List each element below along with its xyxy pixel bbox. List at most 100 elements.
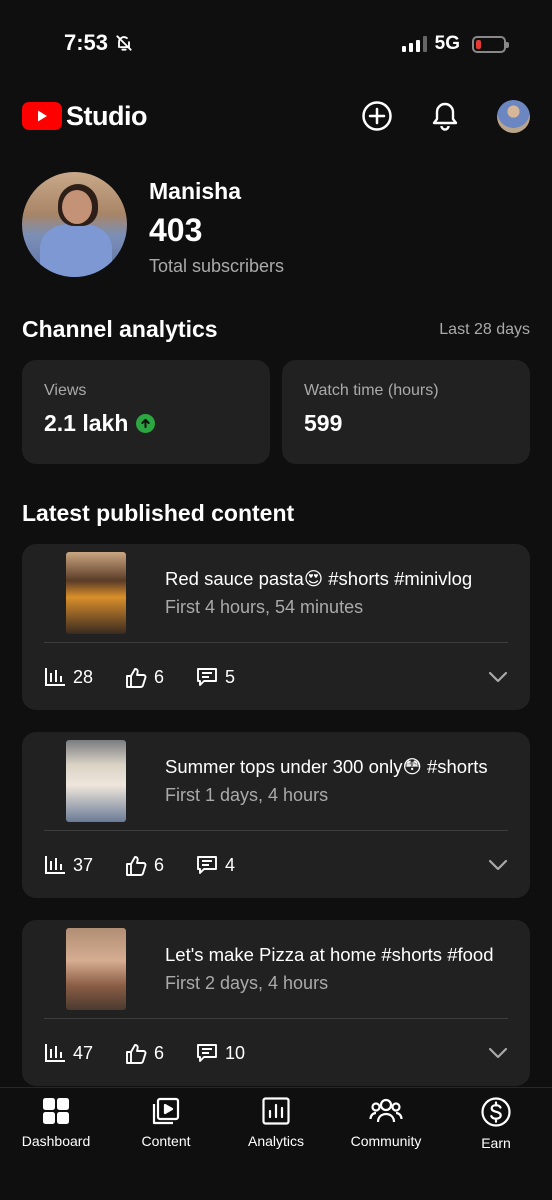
comments-count: 5 bbox=[225, 666, 236, 687]
nav-analytics[interactable]: Analytics bbox=[226, 1096, 326, 1149]
signal-icon bbox=[401, 36, 427, 52]
nav-label: Community bbox=[350, 1133, 422, 1149]
video-stats: 47 6 10 bbox=[44, 1041, 508, 1065]
video-title: Red sauce pasta😍 #shorts #minivlog bbox=[165, 568, 473, 589]
content-card-2[interactable]: Summer tops under 300 only😳 #shorts Firs… bbox=[22, 732, 530, 898]
comments-stat: 10 bbox=[196, 1042, 245, 1064]
status-indicators: 5G bbox=[401, 33, 509, 55]
comments-count: 4 bbox=[225, 854, 236, 875]
subscriber-label: Total subscribers bbox=[149, 256, 285, 276]
subscriber-count: 403 bbox=[149, 212, 203, 248]
comments-stat: 4 bbox=[196, 854, 235, 876]
bar-chart-icon bbox=[45, 1044, 65, 1062]
analytics-icon bbox=[262, 1097, 290, 1125]
watch-time-value-row: 599 bbox=[304, 410, 508, 437]
video-age: First 1 days, 4 hours bbox=[165, 785, 329, 805]
video-age: First 4 hours, 54 minutes bbox=[165, 597, 364, 617]
likes-count: 6 bbox=[154, 854, 165, 875]
studio-logo[interactable]: Studio bbox=[22, 101, 147, 132]
views-count: 28 bbox=[73, 666, 94, 687]
video-stats: 28 6 5 bbox=[44, 665, 508, 689]
status-bar: 7:53 5G bbox=[0, 0, 552, 90]
bottom-nav: Dashboard Content Analytics Community Ea… bbox=[0, 1087, 552, 1200]
earn-icon bbox=[481, 1097, 511, 1127]
notifications-button[interactable] bbox=[429, 100, 461, 132]
views-card[interactable]: Views 2.1 lakh bbox=[22, 360, 270, 464]
nav-label: Earn bbox=[481, 1135, 511, 1151]
chevron-down-icon bbox=[488, 671, 508, 683]
comment-icon bbox=[197, 856, 217, 874]
views-label: Views bbox=[44, 382, 87, 399]
youtube-play-icon bbox=[22, 102, 62, 130]
silent-bell-icon bbox=[116, 35, 132, 51]
expand-button[interactable] bbox=[488, 671, 508, 683]
comments-count: 10 bbox=[225, 1042, 246, 1063]
channel-name: Manisha bbox=[149, 178, 242, 204]
likes-stat: 6 bbox=[125, 1043, 164, 1064]
latest-header: Latest published content bbox=[22, 500, 530, 527]
nav-content[interactable]: Content bbox=[116, 1096, 216, 1149]
watch-time-value: 599 bbox=[304, 410, 343, 436]
content-card-3[interactable]: Let's make Pizza at home #shorts #food F… bbox=[22, 920, 530, 1086]
views-stat: 47 bbox=[44, 1043, 93, 1064]
nav-dashboard[interactable]: Dashboard bbox=[6, 1096, 106, 1149]
bar-chart-icon bbox=[45, 668, 65, 686]
content-icon bbox=[152, 1097, 180, 1125]
content-card-1[interactable]: Red sauce pasta😍 #shorts #minivlog First… bbox=[22, 544, 530, 710]
likes-count: 6 bbox=[154, 1042, 165, 1063]
views-count: 37 bbox=[73, 854, 94, 875]
comment-icon bbox=[197, 668, 217, 686]
thumbs-up-icon bbox=[126, 855, 147, 876]
status-time: 7:53 bbox=[64, 30, 134, 56]
views-value: 2.1 lakh bbox=[44, 410, 129, 436]
thumbs-up-icon bbox=[126, 1043, 147, 1064]
add-circle-icon bbox=[362, 101, 392, 131]
video-thumbnail[interactable] bbox=[66, 740, 126, 822]
watch-time-card[interactable]: Watch time (hours) 599 bbox=[282, 360, 530, 464]
chevron-down-icon bbox=[488, 1047, 508, 1059]
video-thumbnail[interactable] bbox=[66, 928, 126, 1010]
views-value-row: 2.1 lakh bbox=[44, 410, 248, 437]
nav-label: Dashboard bbox=[21, 1133, 91, 1149]
channel-profile: Manisha 403 Total subscribers bbox=[22, 172, 530, 280]
time-text: 7:53 bbox=[64, 30, 109, 55]
analytics-period: Last 28 days bbox=[439, 320, 530, 338]
video-title: Summer tops under 300 only😳 #shorts bbox=[165, 756, 488, 777]
thumbs-up-icon bbox=[126, 667, 147, 688]
views-stat: 37 bbox=[44, 855, 93, 876]
divider bbox=[44, 830, 508, 831]
views-count: 47 bbox=[73, 1042, 94, 1063]
logo-text: Studio bbox=[66, 100, 147, 131]
expand-button[interactable] bbox=[488, 1047, 508, 1059]
channel-avatar[interactable] bbox=[22, 172, 127, 277]
video-stats: 37 6 4 bbox=[44, 853, 508, 877]
likes-count: 6 bbox=[154, 666, 165, 687]
divider bbox=[44, 642, 508, 643]
network-label: 5G bbox=[434, 33, 460, 54]
video-title: Let's make Pizza at home #shorts #food bbox=[165, 944, 494, 965]
dashboard-icon bbox=[43, 1098, 69, 1124]
analytics-title: Channel analytics bbox=[22, 316, 218, 342]
watch-time-label: Watch time (hours) bbox=[304, 382, 439, 399]
analytics-header: Channel analytics Last 28 days bbox=[22, 316, 530, 343]
latest-title: Latest published content bbox=[22, 500, 295, 526]
likes-stat: 6 bbox=[125, 855, 164, 876]
video-thumbnail[interactable] bbox=[66, 552, 126, 634]
nav-community[interactable]: Community bbox=[336, 1096, 436, 1149]
bar-chart-icon bbox=[45, 856, 65, 874]
community-icon bbox=[369, 1098, 403, 1123]
account-avatar[interactable] bbox=[497, 99, 530, 133]
bell-icon bbox=[432, 102, 458, 131]
divider bbox=[44, 1018, 508, 1019]
expand-button[interactable] bbox=[488, 859, 508, 871]
likes-stat: 6 bbox=[125, 667, 164, 688]
nav-label: Content bbox=[141, 1133, 191, 1149]
battery-icon bbox=[472, 35, 509, 53]
comment-icon bbox=[197, 1044, 217, 1062]
comments-stat: 5 bbox=[196, 666, 235, 688]
nav-earn[interactable]: Earn bbox=[446, 1096, 546, 1151]
nav-label: Analytics bbox=[247, 1133, 305, 1149]
create-button[interactable] bbox=[361, 100, 393, 132]
video-age: First 2 days, 4 hours bbox=[165, 973, 329, 993]
trend-up-icon bbox=[136, 414, 156, 433]
